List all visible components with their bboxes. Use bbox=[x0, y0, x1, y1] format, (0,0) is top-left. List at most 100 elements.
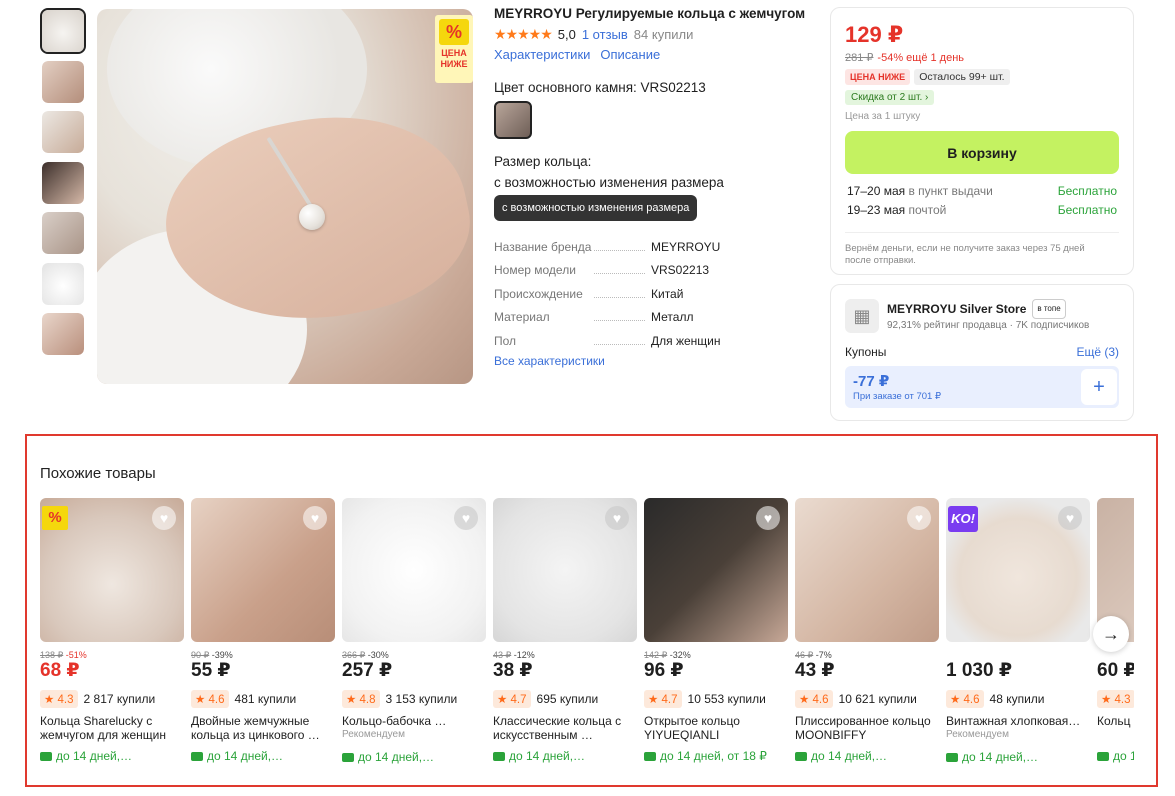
price: 55 ₽ bbox=[191, 660, 231, 681]
stone-color-label: Цвет основного камня: VRS02213 bbox=[494, 80, 706, 95]
thumbnail-4[interactable] bbox=[40, 160, 86, 206]
product-card[interactable]: ♥ 90 ₽ -39% 55 ₽ ★ 4.6 481 купили Двойные… bbox=[191, 498, 335, 763]
price: 257 ₽ bbox=[342, 660, 393, 681]
favorite-heart-icon[interactable]: ♥ bbox=[454, 506, 478, 530]
price-lower-badge: % ЦЕНА НИЖЕ bbox=[435, 15, 473, 83]
thumbnail-7[interactable] bbox=[40, 311, 86, 357]
product-image[interactable]: ♥ bbox=[191, 498, 335, 642]
favorite-heart-icon[interactable]: ♥ bbox=[756, 506, 780, 530]
truck-icon bbox=[946, 752, 958, 762]
coupons-label: Купоны bbox=[845, 345, 887, 359]
spec-value: Металл bbox=[651, 310, 694, 325]
recommended-label: Рекомендуем bbox=[342, 729, 405, 740]
spec-key: Номер модели bbox=[494, 263, 651, 277]
rating-badge: ★ 4.7 bbox=[644, 690, 682, 708]
tab-characteristics[interactable]: Характеристики bbox=[494, 47, 590, 62]
add-coupon-button[interactable]: + bbox=[1081, 369, 1117, 405]
thumbnail-1[interactable] bbox=[40, 8, 86, 54]
star-icon: ★ bbox=[346, 694, 357, 706]
discount: -30% bbox=[367, 650, 389, 660]
coupons-more-link[interactable]: Ещё (3) bbox=[1076, 345, 1119, 359]
product-card[interactable]: ♥ 142 ₽ -32% 96 ₽ ★ 4.7 10 553 купили Отк… bbox=[644, 498, 788, 763]
thumbnail-3[interactable] bbox=[40, 109, 86, 155]
delivery-date-value: 19–23 мая bbox=[847, 203, 906, 217]
product-card[interactable]: ♥ 366 ₽ -30% 257 ₽ ★ 4.8 3 153 купили Кол… bbox=[342, 498, 486, 764]
star-icon: ★ bbox=[1101, 694, 1112, 706]
ring-size-title: Размер кольца: bbox=[494, 154, 592, 169]
price: 1 030 ₽ bbox=[946, 660, 1013, 681]
store-name[interactable]: MEYRROYU Silver Store bbox=[887, 301, 1026, 317]
star-icon: ★ bbox=[195, 694, 206, 706]
spec-key: Название бренда bbox=[494, 240, 651, 254]
store-header[interactable]: ▦ MEYRROYU Silver Store в топе 92,31% рей… bbox=[845, 299, 1119, 333]
size-option-chip[interactable]: с возможностью изменения размера bbox=[494, 195, 698, 221]
product-name[interactable]: Открытое кольцо YIYUEQIANLI bbox=[644, 714, 788, 742]
rating-line: ★ 4.6 10 621 купили bbox=[795, 690, 939, 708]
delivery-info: до 14 дней,… bbox=[1097, 749, 1134, 763]
truck-icon bbox=[40, 751, 52, 761]
old-price-line: 138 ₽ -51% bbox=[40, 650, 184, 660]
ring-pearl bbox=[299, 204, 325, 230]
old-price-line: 281 ₽ -54% ещё 1 день bbox=[845, 51, 1119, 64]
coupon-amount: -77 ₽ bbox=[853, 373, 890, 390]
product-name[interactable]: Классические кольца с искусственным … bbox=[493, 714, 637, 742]
bulk-discount-tag[interactable]: Скидка от 2 шт. › bbox=[845, 90, 935, 105]
product-image[interactable]: ♥ bbox=[493, 498, 637, 642]
thumbnail-6[interactable] bbox=[40, 261, 86, 307]
buy-box: 129 ₽ 281 ₽ -54% ещё 1 день ЦЕНА НИЖЕ Ост… bbox=[830, 7, 1134, 275]
rating-value: 4.6 bbox=[208, 694, 225, 706]
delivery-date: 17–20 мая в пункт выдачи bbox=[847, 184, 993, 199]
favorite-heart-icon[interactable]: ♥ bbox=[303, 506, 327, 530]
product-name[interactable]: Кольца Sharelucky с жемчугом для женщин bbox=[40, 714, 184, 742]
divider bbox=[845, 232, 1119, 233]
product-name[interactable]: Двойные жемчужные кольца из цинкового … bbox=[191, 714, 335, 742]
bought-count: 2 817 купили bbox=[83, 692, 156, 706]
product-image[interactable]: ♥ bbox=[342, 498, 486, 642]
product-info: MEYRROYU Регулируемые кольца с жемчугом … bbox=[494, 6, 814, 368]
product-image[interactable]: KO! ♥ bbox=[946, 498, 1090, 642]
old-price: 46 ₽ bbox=[795, 650, 814, 660]
thumbnail-5[interactable] bbox=[40, 210, 86, 256]
old-price: 142 ₽ bbox=[644, 650, 668, 660]
tab-description[interactable]: Описание bbox=[600, 47, 660, 62]
delivery-text: до 14 дней,… bbox=[509, 749, 586, 763]
product-main-image[interactable] bbox=[97, 9, 473, 384]
product-name[interactable]: Плиссированное кольцо MOONBIFFY bbox=[795, 714, 939, 742]
spec-row: Происхождение Китай bbox=[494, 282, 814, 306]
star-icon: ★ bbox=[648, 694, 659, 706]
product-card[interactable]: ♥ 43 ₽ -12% 38 ₽ ★ 4.7 695 купили Классич… bbox=[493, 498, 637, 763]
favorite-heart-icon[interactable]: ♥ bbox=[907, 506, 931, 530]
old-price: 43 ₽ bbox=[493, 650, 512, 660]
rating-badge: ★ 4.3 bbox=[40, 690, 78, 708]
product-card[interactable]: % ♥ 138 ₽ -51% 68 ₽ ★ 4.3 2 817 купили Ко… bbox=[40, 498, 184, 763]
favorite-heart-icon[interactable]: ♥ bbox=[1058, 506, 1082, 530]
favorite-heart-icon[interactable]: ♥ bbox=[152, 506, 176, 530]
reviews-link[interactable]: 1 отзыв bbox=[582, 27, 628, 42]
star-rating-icon: ★★★★★ bbox=[494, 26, 553, 42]
product-image[interactable]: % ♥ bbox=[40, 498, 184, 642]
rating-value: 4.3 bbox=[1114, 694, 1131, 706]
add-to-cart-button[interactable]: В корзину bbox=[845, 131, 1119, 174]
product-card[interactable]: KO! ♥ 1 030 ₽ ★ 4.6 48 купили Винтажная х… bbox=[946, 498, 1090, 764]
old-price-line: 142 ₽ -32% bbox=[644, 650, 788, 660]
star-icon: ★ bbox=[799, 694, 810, 706]
similar-products-section: Похожие товары % ♥ 138 ₽ -51% 68 ₽ ★ 4.3… bbox=[25, 434, 1158, 787]
bought-count: 3 153 купили bbox=[385, 692, 458, 706]
price-tags: ЦЕНА НИЖЕ Осталось 99+ шт. bbox=[845, 69, 1119, 85]
discount: -51% bbox=[65, 650, 87, 660]
favorite-heart-icon[interactable]: ♥ bbox=[605, 506, 629, 530]
carousel-next-arrow-icon[interactable]: → bbox=[1093, 616, 1129, 652]
rating-value: 4.6 bbox=[812, 694, 829, 706]
specs-table: Название бренда MEYRROYU Номер модели VRS0… bbox=[494, 235, 814, 353]
product-card[interactable]: ♥ 46 ₽ -7% 43 ₽ ★ 4.6 10 621 купили Плисс… bbox=[795, 498, 939, 763]
color-swatch[interactable] bbox=[494, 101, 532, 139]
product-name[interactable]: Кольц Danci bbox=[1097, 714, 1134, 742]
product-image[interactable]: ♥ bbox=[644, 498, 788, 642]
rating-value: 4.6 bbox=[963, 694, 980, 706]
delivery-info: до 14 дней, от 18 ₽ bbox=[644, 749, 788, 763]
product-image[interactable]: ♥ bbox=[795, 498, 939, 642]
delivery-text: до 14 дней,… bbox=[811, 749, 888, 763]
delivery-date: 19–23 мая почтой bbox=[847, 203, 946, 218]
thumbnail-2[interactable] bbox=[40, 59, 86, 105]
all-specs-link[interactable]: Все характеристики bbox=[494, 354, 814, 368]
